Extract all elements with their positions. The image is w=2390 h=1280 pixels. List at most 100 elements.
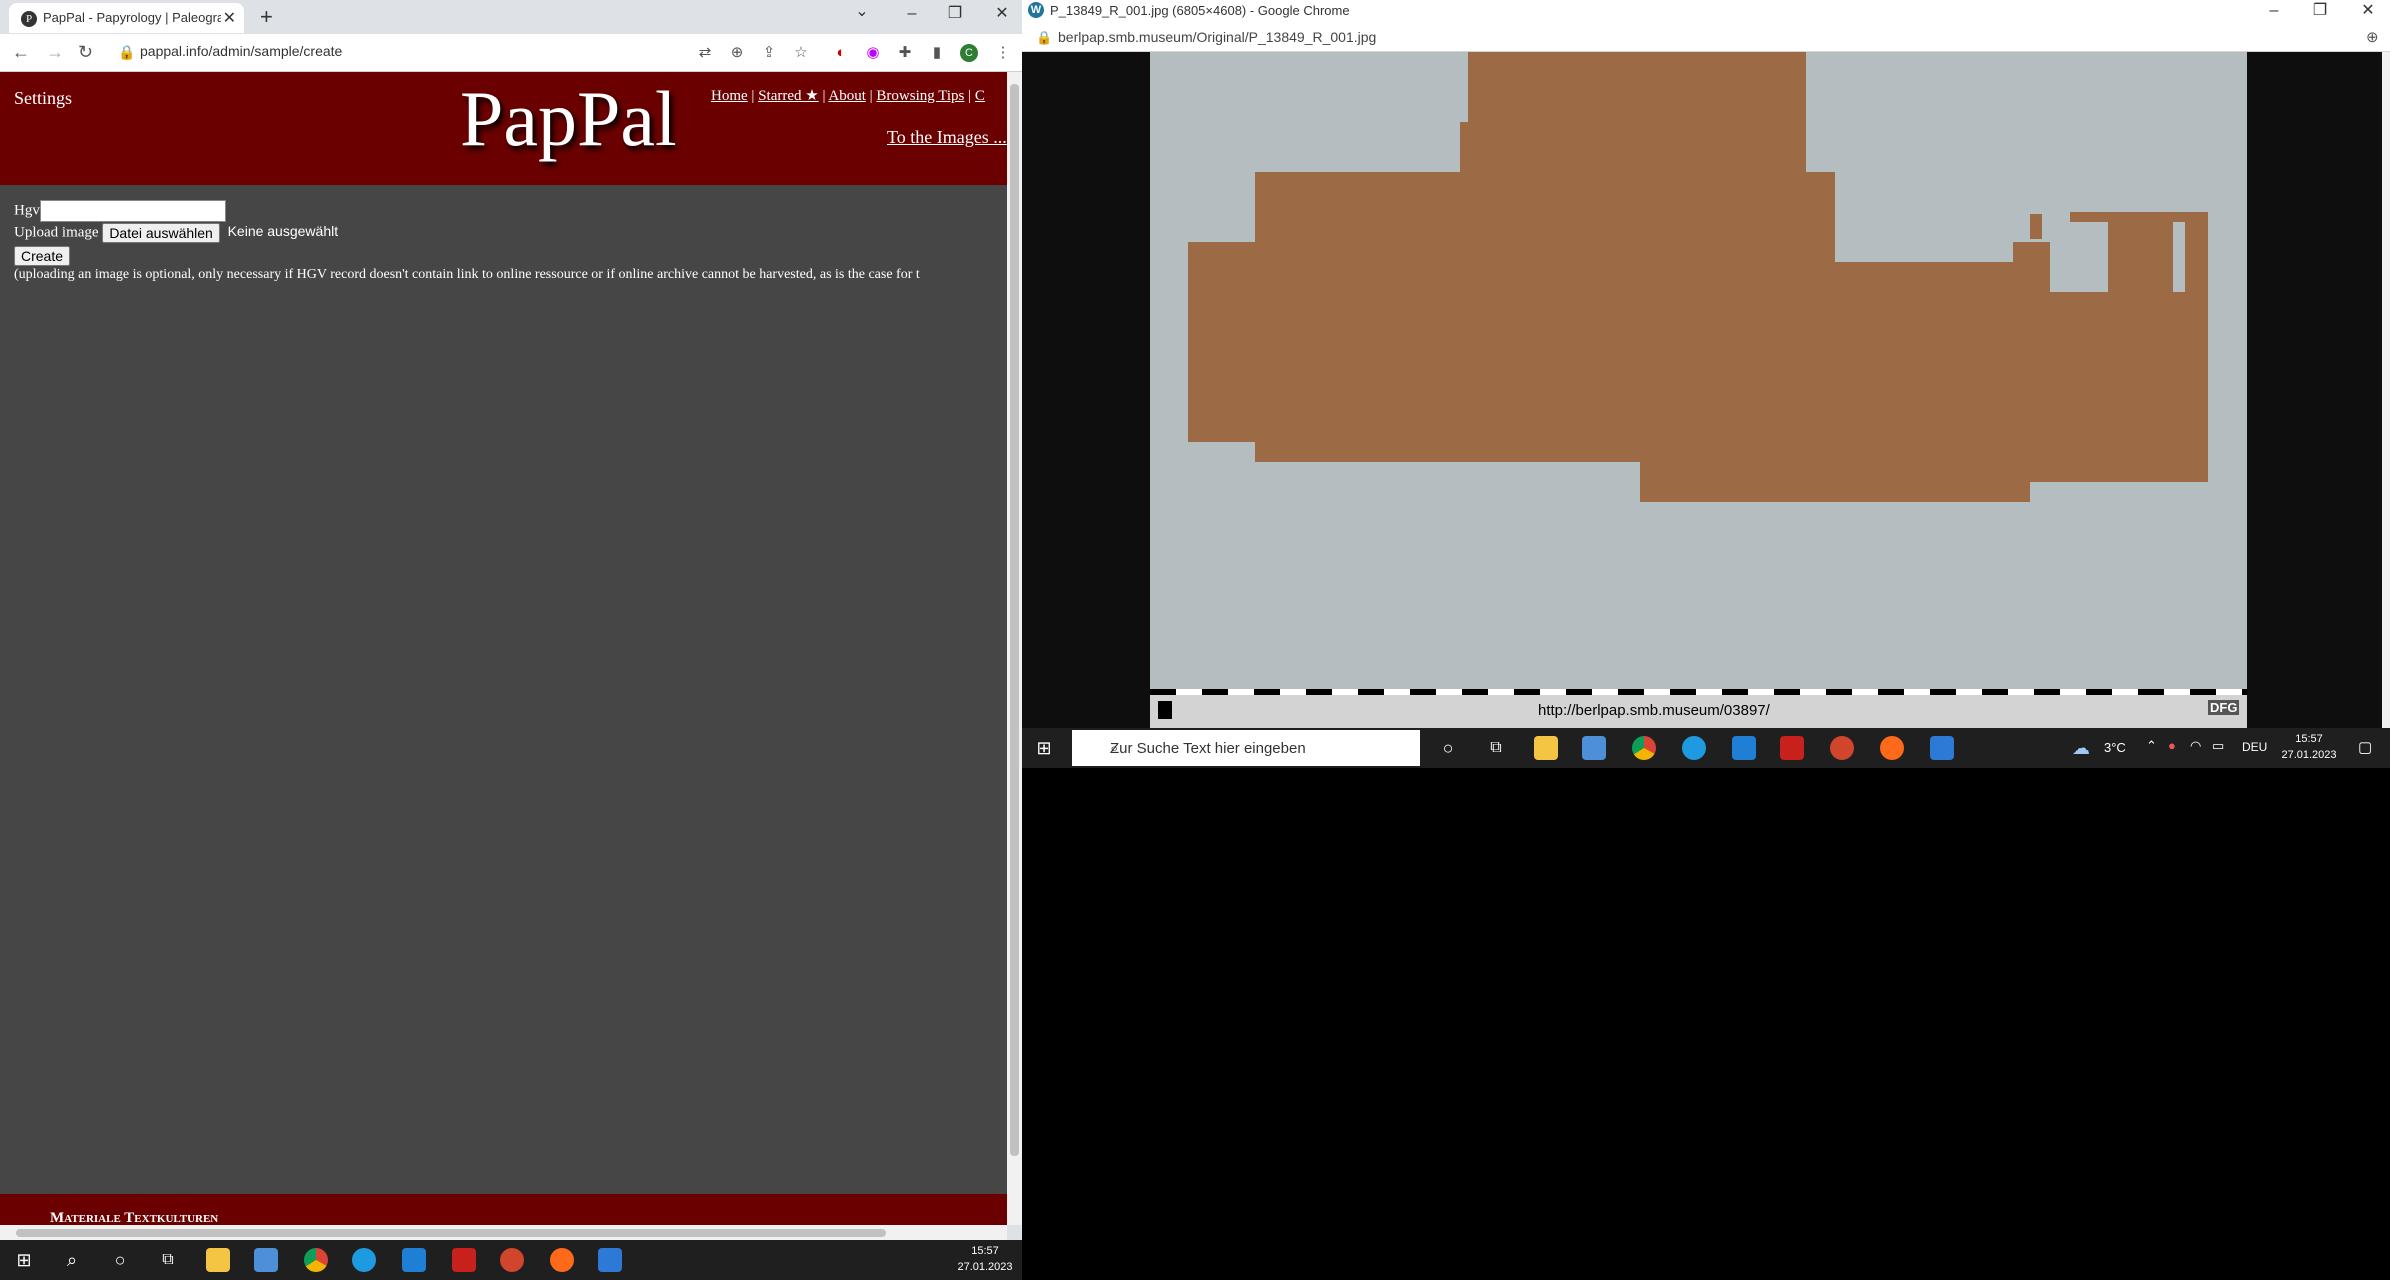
- file-explorer-icon[interactable]: [1534, 736, 1558, 760]
- right-taskbar: ⊞ ⌕ Zur Suche Text hier eingeben ○ ⧉ ☁ 3…: [1022, 728, 2390, 768]
- new-tab-button[interactable]: +: [260, 4, 273, 30]
- close-button[interactable]: ✕: [990, 4, 1014, 24]
- restore-button[interactable]: ❐: [2308, 1, 2332, 21]
- reload-icon[interactable]: ↻: [78, 42, 93, 63]
- back-icon[interactable]: ←: [12, 42, 30, 63]
- profile-avatar-icon[interactable]: C: [960, 44, 978, 62]
- share-icon[interactable]: ⇪: [760, 44, 778, 62]
- file-status-text: Keine ausgewählt: [227, 223, 339, 240]
- papyrus-fragment: [2108, 217, 2173, 297]
- lock-icon[interactable]: 🔒: [118, 44, 135, 61]
- tab-title: PapPal - Papyrology | Paleography: [43, 10, 221, 25]
- mail-icon[interactable]: [1732, 736, 1756, 760]
- acrobat-icon[interactable]: [1780, 736, 1804, 760]
- network-icon[interactable]: ◠: [2190, 738, 2201, 754]
- photos-icon[interactable]: [598, 1248, 622, 1272]
- edge-icon[interactable]: [1682, 736, 1706, 760]
- right-browser-window: W P_13849_R_001.jpg (6805×4608) - Google…: [1022, 0, 2390, 728]
- browser-toolbar: ← → ↻ 🔒 pappal.info/admin/sample/create …: [0, 34, 1022, 72]
- mail-icon[interactable]: [402, 1248, 426, 1272]
- hgv-input[interactable]: [39, 200, 226, 222]
- notifications-icon[interactable]: ▢: [2358, 738, 2372, 756]
- taskbar-search[interactable]: ⌕ Zur Suche Text hier eingeben: [1072, 730, 1420, 766]
- taskbar-time[interactable]: 15:57: [2274, 732, 2344, 747]
- windows-start-icon[interactable]: ⊞: [12, 1248, 36, 1272]
- file-explorer-icon[interactable]: [206, 1248, 230, 1272]
- store-icon[interactable]: [254, 1248, 278, 1272]
- extension-icon[interactable]: ◉: [864, 44, 882, 62]
- taskbar-date[interactable]: 27.01.2023: [2274, 748, 2344, 763]
- footer-logo-text[interactable]: Materiale Textkulturen: [50, 1210, 218, 1225]
- zoom-icon[interactable]: ⊕: [2366, 28, 2379, 46]
- nav-home[interactable]: Home: [711, 88, 748, 104]
- tab-search-chevron-icon[interactable]: ⌄: [850, 2, 874, 22]
- weather-cloud-icon[interactable]: ☁: [2072, 738, 2090, 759]
- wordpress-favicon-icon: W: [1028, 2, 1044, 18]
- menu-kebab-icon[interactable]: ⋮: [994, 44, 1012, 62]
- windows-start-icon[interactable]: ⊞: [1032, 736, 1056, 760]
- papyrus-image[interactable]: [1150, 52, 2247, 692]
- to-images-link[interactable]: To the Images ...: [887, 127, 1007, 148]
- pappal-favicon-icon: P: [21, 11, 37, 27]
- battery-icon[interactable]: ▭: [2212, 738, 2224, 754]
- vertical-scrollbar-thumb[interactable]: [1010, 84, 1019, 1156]
- main-nav: Home | Starred ★ | About | Browsing Tips…: [711, 86, 985, 105]
- zoom-icon[interactable]: ⊕: [728, 44, 746, 62]
- scale-stripes: [1150, 689, 2247, 695]
- image-source-link[interactable]: http://berlpap.smb.museum/03897/: [1538, 702, 1770, 719]
- restore-button[interactable]: ❐: [943, 4, 967, 24]
- tray-chevron-icon[interactable]: ⌃: [2146, 738, 2157, 754]
- firefox-icon[interactable]: [550, 1248, 574, 1272]
- forward-icon[interactable]: →: [46, 42, 64, 63]
- edge-icon[interactable]: [352, 1248, 376, 1272]
- cortana-icon[interactable]: ○: [108, 1248, 132, 1272]
- translate-icon[interactable]: ⇄: [696, 44, 714, 62]
- chrome-icon[interactable]: [1632, 736, 1656, 760]
- firefox-icon[interactable]: [1880, 736, 1904, 760]
- temperature[interactable]: 3°C: [2104, 740, 2126, 755]
- address-bar[interactable]: berlpap.smb.museum/Original/P_13849_R_00…: [1058, 29, 1376, 45]
- papyrus-fragment: [1188, 242, 1298, 442]
- extension-icon[interactable]: ◐: [832, 44, 850, 62]
- search-icon[interactable]: ⌕: [60, 1248, 84, 1272]
- nav-browsing-tips[interactable]: Browsing Tips: [876, 88, 964, 104]
- task-view-icon[interactable]: ⧉: [156, 1248, 180, 1272]
- address-bar-row: 🔒 berlpap.smb.museum/Original/P_13849_R_…: [1022, 22, 2390, 52]
- lock-icon[interactable]: 🔒: [1036, 30, 1052, 46]
- tab-close-icon[interactable]: ✕: [223, 8, 236, 28]
- address-bar[interactable]: pappal.info/admin/sample/create: [140, 43, 342, 59]
- choose-file-button[interactable]: Datei auswählen: [102, 223, 220, 243]
- nav-separator: |: [822, 88, 826, 104]
- acrobat-icon[interactable]: [452, 1248, 476, 1272]
- left-taskbar: ⊞ ⌕ ○ ⧉ 15:57 27.01.2023: [0, 1240, 1022, 1280]
- powerpoint-icon[interactable]: [1830, 736, 1854, 760]
- task-view-icon[interactable]: ⧉: [1484, 736, 1508, 760]
- window-title: P_13849_R_001.jpg (6805×4608) - Google C…: [1050, 3, 1350, 18]
- cortana-icon[interactable]: ○: [1436, 736, 1460, 760]
- site-logo[interactable]: PapPal: [460, 74, 677, 164]
- minimize-button[interactable]: –: [2262, 1, 2286, 21]
- close-button[interactable]: ✕: [2356, 1, 2380, 21]
- taskbar-time[interactable]: 15:57: [950, 1244, 1020, 1259]
- tray-app-icon[interactable]: ●: [2168, 738, 2176, 753]
- horizontal-scrollbar-thumb[interactable]: [16, 1229, 886, 1237]
- settings-link[interactable]: Settings: [14, 88, 72, 109]
- nav-about[interactable]: About: [828, 88, 866, 104]
- bookmark-star-icon[interactable]: ☆: [792, 44, 810, 62]
- powerpoint-icon[interactable]: [500, 1248, 524, 1272]
- side-panel-icon[interactable]: ▮: [928, 44, 946, 62]
- input-language[interactable]: DEU: [2242, 740, 2267, 754]
- vertical-scrollbar[interactable]: [2382, 52, 2390, 728]
- taskbar-date[interactable]: 27.01.2023: [950, 1260, 1020, 1275]
- store-icon[interactable]: [1582, 736, 1606, 760]
- browser-tab[interactable]: P PapPal - Papyrology | Paleography ✕: [9, 3, 244, 33]
- create-button[interactable]: Create: [14, 246, 71, 266]
- nav-more[interactable]: C: [975, 88, 985, 104]
- chrome-icon[interactable]: [304, 1248, 328, 1272]
- hgv-label: Hgv: [14, 202, 40, 219]
- photos-icon[interactable]: [1930, 736, 1954, 760]
- extensions-puzzle-icon[interactable]: ✚: [896, 44, 914, 62]
- papyrus-fragment: [2030, 214, 2042, 239]
- minimize-button[interactable]: –: [900, 4, 924, 24]
- nav-starred[interactable]: Starred ★: [758, 88, 819, 104]
